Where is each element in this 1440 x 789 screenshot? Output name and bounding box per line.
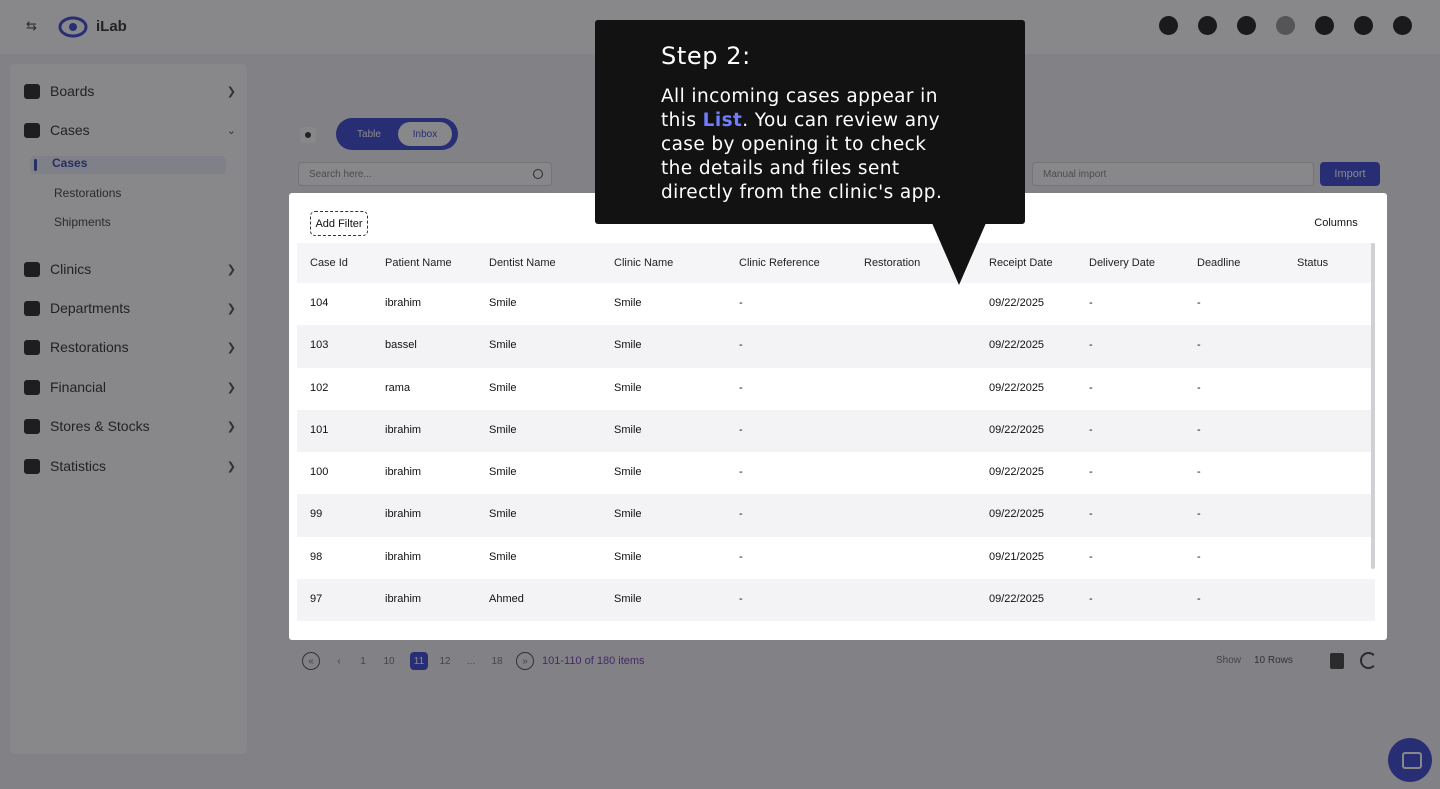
col-patient-name[interactable]: Patient Name bbox=[385, 257, 452, 269]
table-body: 104 ibrahim Smile Smile - 09/22/2025 - - 103 bass… bbox=[297, 283, 1375, 622]
tooltip-pointer bbox=[932, 223, 986, 285]
cell-deadline: - bbox=[1197, 381, 1201, 394]
cell-delivery-date: - bbox=[1089, 550, 1093, 563]
cell-patient-name: ibrahim bbox=[385, 593, 422, 606]
cell-delivery-date: - bbox=[1089, 381, 1093, 394]
cell-deadline: - bbox=[1197, 550, 1201, 563]
table-row[interactable]: 97 ibrahim Ahmed Smile - 09/22/2025 - - bbox=[297, 579, 1375, 622]
tooltip-body: All incoming cases appear in this List. … bbox=[661, 86, 943, 203]
cell-deadline: - bbox=[1197, 466, 1201, 479]
cell-case-id: 98 bbox=[310, 550, 323, 563]
cell-clinic-reference: - bbox=[739, 423, 743, 436]
col-case-id[interactable]: Case Id bbox=[310, 257, 348, 269]
table-row[interactable]: 103 bassel Smile Smile - 09/22/2025 - - bbox=[297, 325, 1375, 368]
cell-delivery-date: - bbox=[1089, 593, 1093, 606]
cell-receipt-date: 09/22/2025 bbox=[989, 423, 1045, 436]
cell-dentist-name: Smile bbox=[489, 297, 517, 309]
col-deadline[interactable]: Deadline bbox=[1197, 257, 1240, 269]
cell-case-id: 99 bbox=[310, 508, 323, 521]
cell-receipt-date: 09/22/2025 bbox=[989, 593, 1045, 606]
tooltip-title: Step 2: bbox=[661, 42, 751, 70]
cell-delivery-date: - bbox=[1089, 423, 1093, 436]
col-delivery-date[interactable]: Delivery Date bbox=[1089, 257, 1155, 269]
cell-clinic-name: Smile bbox=[614, 508, 642, 521]
cell-patient-name: ibrahim bbox=[385, 423, 422, 436]
cell-patient-name: ibrahim bbox=[385, 508, 422, 521]
table-row[interactable]: 98 ibrahim Smile Smile - 09/21/2025 - - bbox=[297, 537, 1375, 579]
cell-delivery-date: - bbox=[1089, 508, 1093, 521]
cell-case-id: 104 bbox=[310, 297, 329, 309]
table-scrollbar[interactable] bbox=[1371, 243, 1375, 569]
cell-dentist-name: Smile bbox=[489, 550, 517, 563]
cell-dentist-name: Ahmed bbox=[489, 593, 524, 606]
table-row[interactable]: 99 ibrahim Smile Smile - 09/22/2025 - - bbox=[297, 494, 1375, 537]
cell-clinic-name: Smile bbox=[614, 423, 642, 436]
table-header: Case Id Patient Name Dentist Name Clinic… bbox=[297, 243, 1375, 283]
cell-deadline: - bbox=[1197, 423, 1201, 436]
cell-receipt-date: 09/22/2025 bbox=[989, 381, 1045, 394]
cell-clinic-reference: - bbox=[739, 297, 743, 309]
cell-clinic-name: Smile bbox=[614, 593, 642, 606]
cell-receipt-date: 09/22/2025 bbox=[989, 339, 1045, 352]
cell-deadline: - bbox=[1197, 508, 1201, 521]
cell-case-id: 100 bbox=[310, 466, 329, 479]
col-restoration[interactable]: Restoration bbox=[864, 257, 920, 269]
cell-clinic-name: Smile bbox=[614, 381, 642, 394]
cell-clinic-name: Smile bbox=[614, 550, 642, 563]
cell-delivery-date: - bbox=[1089, 297, 1093, 309]
cell-case-id: 97 bbox=[310, 593, 323, 606]
cell-patient-name: ibrahim bbox=[385, 466, 422, 479]
cell-dentist-name: Smile bbox=[489, 466, 517, 479]
tooltip-highlight: List bbox=[702, 110, 743, 131]
cell-dentist-name: Smile bbox=[489, 423, 517, 436]
cell-clinic-reference: - bbox=[739, 466, 743, 479]
cell-clinic-name: Smile bbox=[614, 339, 642, 352]
add-filter-button[interactable]: Add Filter bbox=[310, 211, 368, 236]
col-dentist-name[interactable]: Dentist Name bbox=[489, 257, 556, 269]
col-clinic-name[interactable]: Clinic Name bbox=[614, 257, 673, 269]
cell-clinic-reference: - bbox=[739, 550, 743, 563]
cell-receipt-date: 09/22/2025 bbox=[989, 508, 1045, 521]
cell-dentist-name: Smile bbox=[489, 339, 517, 352]
col-receipt-date[interactable]: Receipt Date bbox=[989, 257, 1053, 269]
cell-receipt-date: 09/22/2025 bbox=[989, 297, 1045, 309]
cell-receipt-date: 09/21/2025 bbox=[989, 550, 1045, 563]
cell-clinic-reference: - bbox=[739, 593, 743, 606]
col-clinic-reference[interactable]: Clinic Reference bbox=[739, 257, 820, 269]
cell-delivery-date: - bbox=[1089, 339, 1093, 352]
cell-patient-name: ibrahim bbox=[385, 297, 422, 309]
cases-table: Add Filter Columns Case Id Patient Name … bbox=[297, 199, 1375, 633]
table-row[interactable]: 100 ibrahim Smile Smile - 09/22/2025 - - bbox=[297, 452, 1375, 494]
cell-deadline: - bbox=[1197, 339, 1201, 352]
cases-list-panel: Add Filter Columns Case Id Patient Name … bbox=[289, 193, 1387, 640]
cell-receipt-date: 09/22/2025 bbox=[989, 466, 1045, 479]
cell-dentist-name: Smile bbox=[489, 381, 517, 394]
cell-clinic-reference: - bbox=[739, 381, 743, 394]
table-row[interactable]: 101 ibrahim Smile Smile - 09/22/2025 - - bbox=[297, 409, 1375, 453]
table-row[interactable]: 104 ibrahim Smile Smile - 09/22/2025 - - bbox=[297, 283, 1375, 325]
tour-tooltip: Step 2: All incoming cases appear in thi… bbox=[595, 20, 1025, 224]
columns-button[interactable]: Columns bbox=[1301, 211, 1371, 235]
cell-dentist-name: Smile bbox=[489, 508, 517, 521]
cell-patient-name: bassel bbox=[385, 339, 417, 352]
cell-deadline: - bbox=[1197, 593, 1201, 606]
table-row[interactable]: 102 rama Smile Smile - 09/22/2025 - - bbox=[297, 368, 1375, 410]
col-status[interactable]: Status bbox=[1297, 257, 1328, 269]
cell-clinic-reference: - bbox=[739, 508, 743, 521]
cell-case-id: 103 bbox=[310, 339, 329, 352]
cell-delivery-date: - bbox=[1089, 466, 1093, 479]
cell-deadline: - bbox=[1197, 297, 1201, 309]
cell-clinic-name: Smile bbox=[614, 297, 642, 309]
cell-patient-name: rama bbox=[385, 381, 411, 394]
cell-case-id: 101 bbox=[310, 423, 329, 436]
cell-clinic-reference: - bbox=[739, 339, 743, 352]
cell-case-id: 102 bbox=[310, 381, 329, 394]
cell-patient-name: ibrahim bbox=[385, 550, 422, 563]
cell-clinic-name: Smile bbox=[614, 466, 642, 479]
